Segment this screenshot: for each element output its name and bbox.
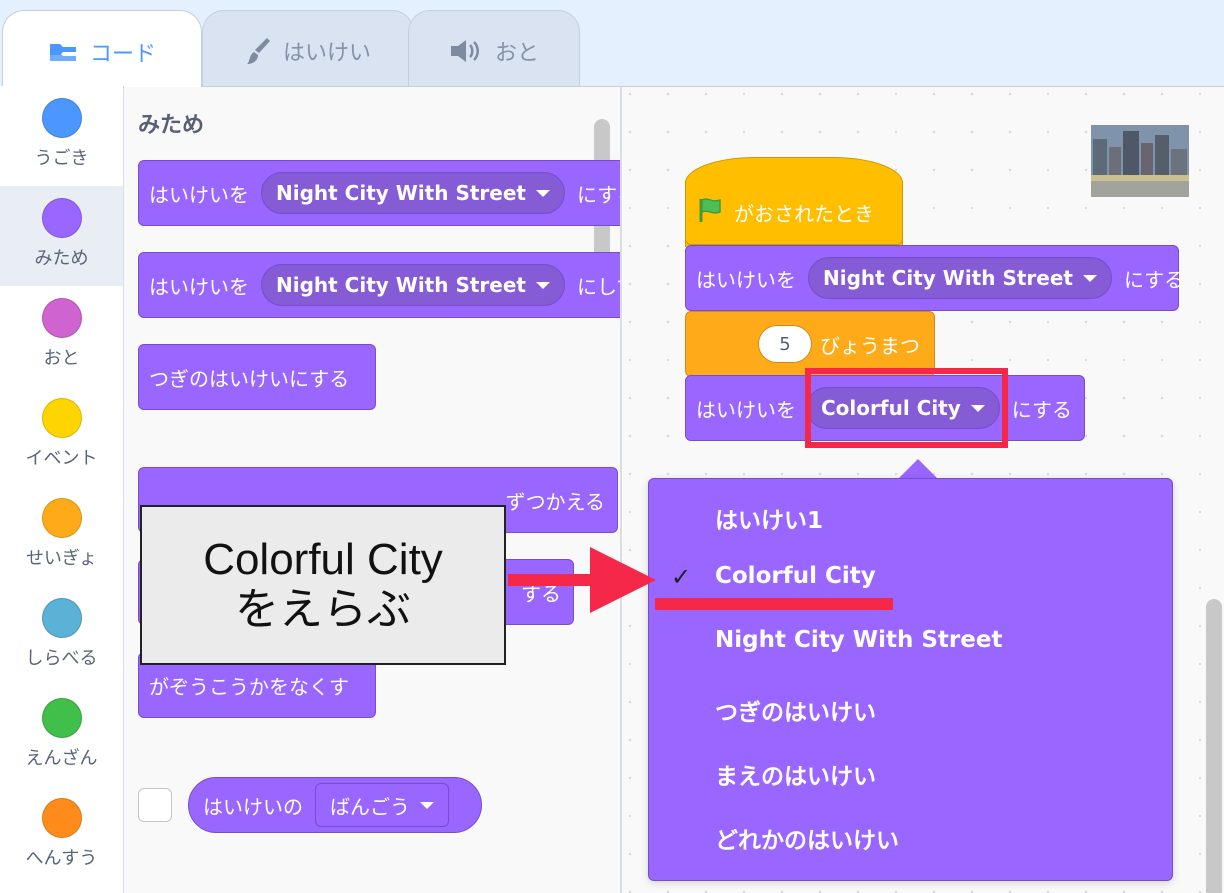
motion-dot-icon	[41, 98, 82, 138]
brush-icon	[245, 36, 271, 66]
sound-dot-icon	[41, 298, 82, 338]
category-variables[interactable]: へんすう	[0, 786, 123, 886]
category-label: おと	[43, 348, 80, 369]
caret-down-icon	[1082, 274, 1097, 282]
palette-section-title: みため	[138, 113, 205, 138]
tab-label: はいけい	[282, 40, 371, 66]
block-text: にする	[576, 182, 620, 207]
category-label: えんざん	[25, 748, 98, 769]
block-text: はいけいを	[149, 182, 249, 207]
category-label: みため	[34, 248, 89, 269]
menu-item-previous-backdrop[interactable]: まえのはいけい	[715, 757, 876, 791]
block-text: にする	[1011, 397, 1072, 422]
sensing-dot-icon	[41, 598, 82, 638]
control-dot-icon	[41, 498, 82, 538]
category-control[interactable]: せいぎょ	[0, 486, 123, 586]
category-label: せいぎょ	[25, 548, 98, 569]
block-text: つぎのはいけいにする	[149, 366, 350, 391]
seconds-input[interactable]: 5	[758, 325, 812, 363]
block-palette: みため はいけいを Night City With Street にする はいけ…	[124, 87, 622, 893]
menu-pointer	[898, 459, 938, 479]
instruction-callout: Colorful City をえらぶ	[140, 505, 506, 665]
stage-thumbnail[interactable]	[1091, 125, 1189, 197]
dropdown-value: Night City With Street	[276, 273, 526, 297]
dropdown-value: ばんごう	[330, 794, 410, 819]
speaker-icon	[449, 38, 483, 64]
reporter-checkbox[interactable]	[138, 788, 172, 822]
selection-underline	[655, 598, 893, 610]
highlight-box	[805, 368, 1008, 448]
block-text: がぞうこうかをなくす	[149, 674, 349, 699]
looks-dot-icon	[41, 198, 82, 238]
menu-item-random-backdrop[interactable]: どれかのはいけい	[715, 821, 899, 855]
dropdown-value: Night City With Street	[823, 266, 1073, 290]
block-text: はいけいを	[696, 267, 796, 292]
block-text: はいけいを	[696, 397, 796, 422]
operators-dot-icon	[41, 698, 82, 738]
tab-label: コード	[89, 41, 156, 67]
when-flag-clicked-block[interactable]: がおされたとき	[685, 181, 903, 245]
category-label: うごき	[34, 148, 89, 169]
category-sensing[interactable]: しらべる	[0, 586, 123, 686]
backdrop-dropdown[interactable]: Night City With Street	[261, 264, 565, 306]
tab-backdrops[interactable]: はいけい	[202, 10, 414, 90]
menu-item-night-city[interactable]: Night City With Street	[715, 627, 1002, 653]
variables-dot-icon	[41, 798, 82, 838]
category-operators[interactable]: えんざん	[0, 686, 123, 786]
dropdown-value: Night City With Street	[276, 181, 526, 205]
caret-down-icon	[535, 281, 550, 289]
caret-down-icon	[420, 801, 434, 809]
block-text: にする	[1123, 267, 1185, 292]
switch-backdrop-and-wait-block[interactable]: はいけいを Night City With Street にして	[138, 252, 620, 318]
block-text: はいけいを	[149, 274, 249, 299]
block-text: がおされたとき	[734, 202, 874, 226]
category-label: イベント	[25, 448, 98, 469]
green-flag-icon	[696, 196, 724, 229]
block-text: ずつかえる	[505, 489, 605, 514]
block-text: はいけいの	[203, 794, 303, 819]
backdrop-dropdown[interactable]: Night City With Street	[808, 257, 1112, 299]
category-looks[interactable]: みため	[0, 186, 123, 286]
block-text: にして	[576, 274, 620, 299]
caret-down-icon	[535, 189, 550, 197]
menu-item-next-backdrop[interactable]: つぎのはいけい	[715, 693, 876, 727]
backdrop-dropdown[interactable]: Night City With Street	[261, 172, 565, 214]
category-label: しらべる	[25, 648, 98, 669]
menu-item-backdrop1[interactable]: はいけい1	[715, 501, 823, 535]
category-motion[interactable]: うごき	[0, 86, 123, 186]
tab-sounds[interactable]: おと	[408, 10, 580, 90]
arrow-right-icon	[508, 547, 656, 613]
block-text: びょうまつ	[820, 333, 920, 358]
code-icon	[48, 41, 78, 63]
category-label: へんすう	[25, 848, 98, 869]
tab-label: おと	[494, 40, 539, 66]
backdrop-number-reporter[interactable]: はいけいの ばんごう	[188, 777, 482, 833]
menu-item-colorful-city[interactable]: Colorful City	[715, 563, 876, 589]
category-events[interactable]: イベント	[0, 386, 123, 486]
category-sound[interactable]: おと	[0, 286, 123, 386]
backdrop-dropdown-menu: ✓ はいけい1 Colorful City Night City With St…	[648, 478, 1173, 881]
callout-line-2: をえらぶ	[235, 585, 411, 634]
callout-line-1: Colorful City	[203, 535, 443, 584]
script-scrollbar[interactable]	[1206, 599, 1222, 893]
number-name-dropdown[interactable]: ばんごう	[315, 783, 449, 827]
switch-backdrop-block[interactable]: はいけいを Night City With Street にする	[685, 245, 1184, 311]
switch-backdrop-block[interactable]: はいけいを Night City With Street にする	[138, 160, 620, 226]
events-dot-icon	[41, 398, 82, 438]
category-menu: うごき みため おと イベント せいぎょ しらべる えんざん へんすう	[0, 86, 124, 893]
checkmark-icon: ✓	[671, 563, 692, 591]
next-backdrop-block[interactable]: つぎのはいけいにする	[138, 344, 376, 410]
tab-code[interactable]: コード	[2, 10, 202, 92]
